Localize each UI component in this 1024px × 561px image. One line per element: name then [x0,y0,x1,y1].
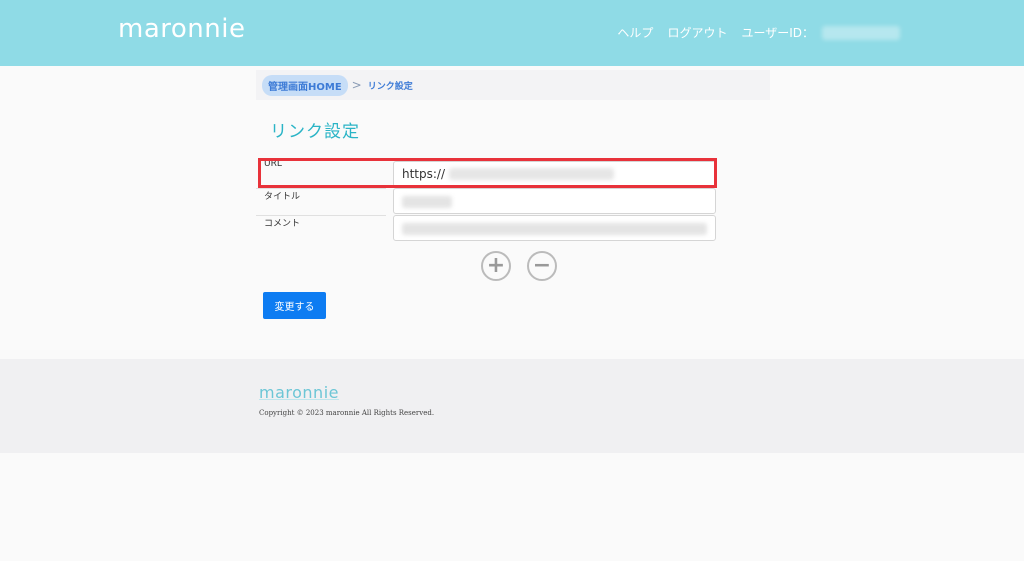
site-header: maronnie ヘルプ ログアウト ユーザーID： [0,0,1024,66]
title-value-redacted [402,196,452,208]
site-logo[interactable]: maronnie [118,14,245,44]
title-label: タイトル [264,192,301,202]
comment-value-redacted [402,223,707,235]
breadcrumb-home-link[interactable]: 管理画面HOME [262,74,348,96]
url-highlight-annotation [258,158,717,188]
footer-logo[interactable]: maronnie [259,383,339,402]
page-title: リンク設定 [270,122,360,142]
help-link[interactable]: ヘルプ [617,24,653,41]
user-id-value-redacted [822,25,900,40]
submit-button[interactable]: 変更する [263,292,326,319]
logout-link[interactable]: ログアウト [667,24,727,41]
breadcrumb-current: リンク設定 [367,81,413,92]
breadcrumb: 管理画面HOME > リンク設定 [256,70,770,100]
breadcrumb-separator: > [351,78,362,92]
site-footer: maronnie Copyright © 2023 maronnie All R… [0,359,1024,453]
copyright-text: Copyright © 2023 maronnie All Rights Res… [259,409,435,417]
plus-icon: + [486,253,506,278]
user-id-label: ユーザーID： [741,26,814,40]
title-input[interactable] [393,188,716,214]
title-row: タイトル [256,188,718,216]
comment-label: コメント [264,219,301,229]
remove-row-button[interactable]: − [527,251,557,281]
minus-icon: − [532,253,552,278]
add-row-button[interactable]: + [481,251,511,281]
comment-input[interactable] [393,215,716,241]
header-nav: ヘルプ ログアウト ユーザーID： [617,24,900,41]
comment-row: コメント [256,215,718,243]
